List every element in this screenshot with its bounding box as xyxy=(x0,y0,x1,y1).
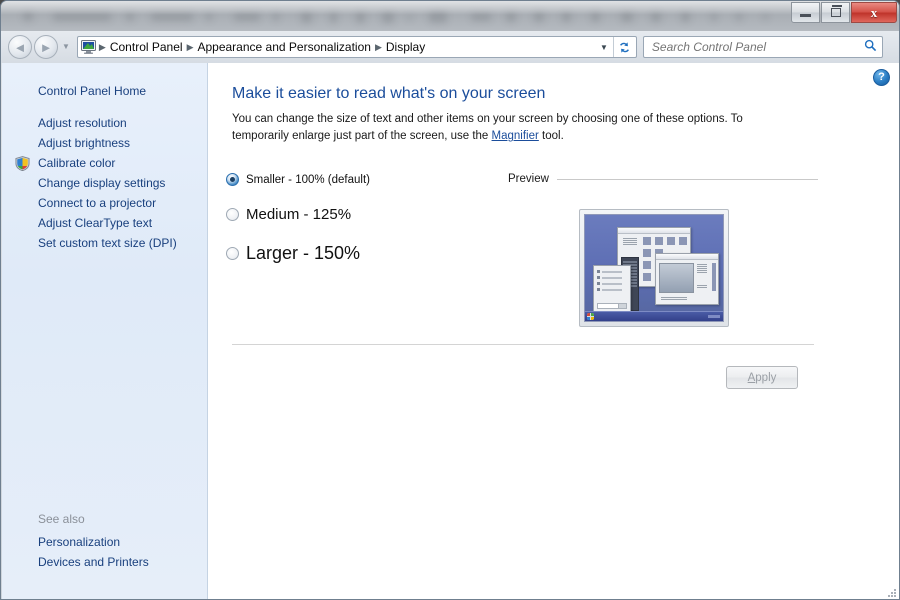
title-bar: x xyxy=(1,1,899,31)
preview-window-titlebar xyxy=(618,228,690,234)
refresh-icon xyxy=(620,41,630,53)
sidebar-item-devices-and-printers[interactable]: Devices and Printers xyxy=(2,552,208,572)
description-text-before: You can change the size of text and othe… xyxy=(232,113,743,143)
maximize-button[interactable] xyxy=(821,2,850,23)
nav-arrows: ◄ ► ▼ xyxy=(8,35,70,59)
forward-arrow-icon: ► xyxy=(39,39,53,55)
breadcrumb-separator-2[interactable]: ▶ xyxy=(374,42,383,53)
sidebar-item-calibrate-color[interactable]: Calibrate color xyxy=(2,153,207,173)
address-bar[interactable]: ▶ Control Panel ▶ Appearance and Persona… xyxy=(76,36,637,58)
apply-accesskey: A xyxy=(747,371,756,384)
history-dropdown-button[interactable]: ▼ xyxy=(62,43,70,51)
option-larger-150[interactable]: Larger - 150% xyxy=(226,243,370,264)
maximize-icon xyxy=(830,8,841,17)
sidebar-item-connect-to-projector[interactable]: Connect to a projector xyxy=(2,193,207,213)
text-size-options: Smaller - 100% (default) Medium - 125% L… xyxy=(226,173,370,284)
sidebar-links: Control Panel Home Adjust resolution Adj… xyxy=(2,63,207,253)
refresh-button[interactable] xyxy=(612,37,636,57)
page-title: Make it easier to read what's on your sc… xyxy=(232,85,546,102)
address-dropdown-icon[interactable]: ▼ xyxy=(595,43,613,52)
preview-taskbar xyxy=(585,311,723,321)
help-button[interactable]: ? xyxy=(873,69,890,86)
navigation-bar: ◄ ► ▼ ▶ Control Panel ▶ Appearance and P… xyxy=(1,31,899,63)
breadcrumb-separator-0: ▶ xyxy=(98,41,106,52)
uac-shield-icon xyxy=(15,156,30,172)
sidebar-item-control-panel-home[interactable]: Control Panel Home xyxy=(2,81,207,101)
see-also-heading: See also xyxy=(38,512,85,526)
preview-notification-area xyxy=(708,315,720,318)
sidebar-item-adjust-resolution[interactable]: Adjust resolution xyxy=(2,113,207,133)
option-smaller-100[interactable]: Smaller - 100% (default) xyxy=(226,173,370,186)
back-arrow-icon: ◄ xyxy=(13,39,27,55)
main-pane: ? Make it easier to read what's on your … xyxy=(208,63,899,599)
display-monitor-icon xyxy=(80,38,98,56)
radio-larger-150[interactable] xyxy=(226,247,239,260)
preview-window-left xyxy=(593,265,631,313)
apply-label-rest: pply xyxy=(755,371,777,384)
titlebar-gloss xyxy=(1,1,899,15)
page-description: You can change the size of text and othe… xyxy=(232,111,772,146)
preview-window-titlebar xyxy=(656,254,718,260)
back-button[interactable]: ◄ xyxy=(8,35,32,59)
search-input[interactable] xyxy=(649,39,860,55)
preview-label: Preview xyxy=(508,173,549,185)
preview-divider xyxy=(556,178,818,180)
option-label: Smaller - 100% (default) xyxy=(246,173,370,186)
resize-grip[interactable] xyxy=(885,585,897,597)
option-medium-125[interactable]: Medium - 125% xyxy=(226,206,370,223)
radio-smaller-100[interactable] xyxy=(226,173,239,186)
breadcrumb-separator-1[interactable]: ▶ xyxy=(186,42,195,53)
control-panel-window: x ◄ ► ▼ ▶ Control Panel ▶ Appearance and… xyxy=(0,0,900,600)
option-label: Larger - 150% xyxy=(246,243,361,263)
search-box[interactable] xyxy=(642,36,883,58)
sidebar: Control Panel Home Adjust resolution Adj… xyxy=(2,63,208,599)
preview-window-front xyxy=(655,253,719,305)
preview-desktop xyxy=(584,214,724,322)
forward-button[interactable]: ► xyxy=(34,35,58,59)
minimize-button[interactable] xyxy=(791,2,820,23)
window-controls: x xyxy=(791,2,897,24)
apply-button[interactable]: Apply xyxy=(726,366,798,389)
close-icon: x xyxy=(870,5,878,20)
preview-header: Preview xyxy=(508,173,818,185)
sidebar-item-change-display-settings[interactable]: Change display settings xyxy=(2,173,207,193)
close-button[interactable]: x xyxy=(851,2,897,23)
magnifier-link[interactable]: Magnifier xyxy=(492,130,539,142)
preview-thumbnail xyxy=(579,209,729,327)
description-text-after: tool. xyxy=(538,130,564,143)
breadcrumb: ▶ Control Panel ▶ Appearance and Persona… xyxy=(98,40,595,54)
breadcrumb-item-control-panel[interactable]: Control Panel xyxy=(107,40,186,54)
minimize-icon xyxy=(800,14,811,17)
see-also-section: See also Personalization Devices and Pri… xyxy=(2,512,208,572)
content-divider xyxy=(232,344,814,345)
sidebar-item-personalization[interactable]: Personalization xyxy=(2,532,208,552)
content-area: Control Panel Home Adjust resolution Adj… xyxy=(2,63,899,599)
radio-medium-125[interactable] xyxy=(226,208,239,221)
breadcrumb-item-appearance[interactable]: Appearance and Personalization xyxy=(194,40,373,54)
search-icon[interactable] xyxy=(860,39,882,55)
breadcrumb-item-display[interactable]: Display xyxy=(383,40,428,54)
sidebar-item-label: Calibrate color xyxy=(38,156,116,170)
sidebar-item-set-custom-text-size[interactable]: Set custom text size (DPI) xyxy=(2,233,207,253)
sidebar-item-adjust-brightness[interactable]: Adjust brightness xyxy=(2,133,207,153)
option-label: Medium - 125% xyxy=(246,206,352,223)
sidebar-item-adjust-cleartype-text[interactable]: Adjust ClearType text xyxy=(2,213,207,233)
preview-start-orb xyxy=(587,313,594,320)
